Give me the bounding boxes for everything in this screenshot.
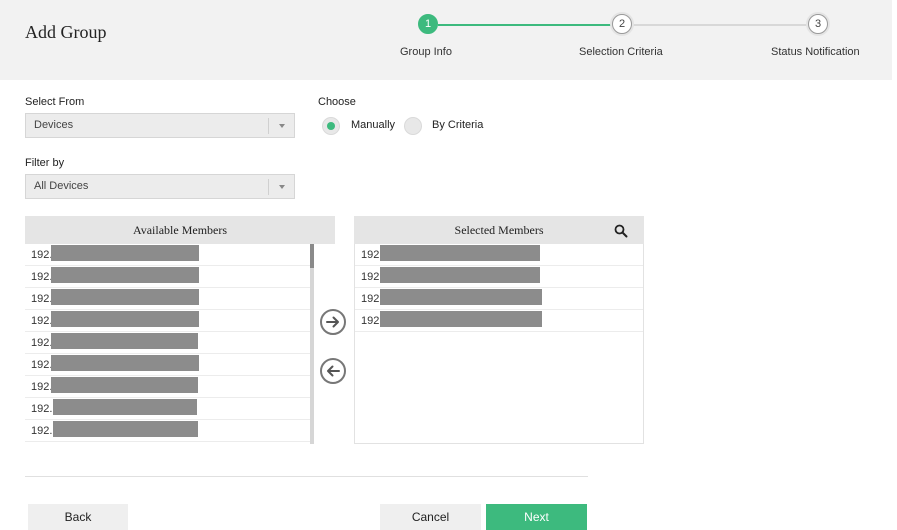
select-from-label: Select From bbox=[25, 96, 85, 108]
redacted-block bbox=[51, 377, 198, 393]
member-ip: 192. bbox=[31, 315, 53, 327]
chevron-down-icon bbox=[279, 124, 285, 128]
filter-by-value: All Devices bbox=[34, 180, 89, 192]
dropdown-separator bbox=[268, 179, 269, 195]
step-1-indicator[interactable]: 1 bbox=[418, 14, 438, 34]
redacted-block bbox=[380, 289, 542, 305]
selected-members-header: Selected Members bbox=[354, 216, 644, 244]
redacted-block bbox=[380, 245, 540, 261]
selected-members-list[interactable]: 192. 192. 192. 192. bbox=[355, 244, 643, 442]
filter-by-dropdown[interactable]: All Devices bbox=[25, 174, 295, 199]
redacted-block bbox=[51, 289, 199, 305]
search-icon[interactable] bbox=[614, 224, 628, 238]
radio-manually[interactable] bbox=[322, 117, 340, 135]
wizard-header: Add Group 1 2 3 Group Info Selection Cri… bbox=[0, 0, 892, 80]
scrollbar-thumb[interactable] bbox=[310, 244, 314, 268]
cancel-button[interactable]: Cancel bbox=[380, 504, 481, 530]
list-item[interactable]: 192. bbox=[355, 266, 643, 288]
choose-label: Choose bbox=[318, 96, 356, 108]
list-item[interactable]: 192. bbox=[355, 244, 643, 266]
available-members-header: Available Members bbox=[25, 216, 335, 244]
list-item[interactable]: 192. bbox=[25, 288, 310, 310]
back-button[interactable]: Back bbox=[28, 504, 128, 530]
step-1-label: Group Info bbox=[400, 46, 452, 58]
move-right-button[interactable] bbox=[320, 309, 346, 335]
step-2-indicator[interactable]: 2 bbox=[612, 14, 632, 34]
progress-line-pending bbox=[632, 24, 808, 26]
list-item[interactable]: 192. bbox=[25, 266, 310, 288]
select-from-dropdown[interactable]: Devices bbox=[25, 113, 295, 138]
member-ip: 192. bbox=[31, 359, 53, 371]
step-3-indicator[interactable]: 3 bbox=[808, 14, 828, 34]
progress-line-completed bbox=[438, 24, 612, 26]
radio-selected-dot bbox=[327, 122, 335, 130]
footer-divider bbox=[25, 476, 588, 477]
filter-by-label: Filter by bbox=[25, 157, 65, 169]
list-item[interactable]: 192. bbox=[25, 244, 310, 266]
list-item[interactable]: 192. bbox=[355, 310, 643, 332]
select-from-value: Devices bbox=[34, 119, 74, 131]
page-title: Add Group bbox=[25, 22, 107, 42]
redacted-block bbox=[380, 311, 542, 327]
list-item[interactable]: 192. bbox=[25, 354, 310, 376]
next-button[interactable]: Next bbox=[486, 504, 587, 530]
member-ip: 192. bbox=[31, 293, 53, 305]
available-members-list[interactable]: 192. 192. 192. 192. 192. 192. 192. 192. … bbox=[25, 244, 310, 444]
redacted-block bbox=[380, 267, 540, 283]
selected-members-panel: Selected Members 192. 192. 192. 192. bbox=[354, 216, 644, 444]
list-item[interactable]: 192. bbox=[25, 332, 310, 354]
step-2-label: Selection Criteria bbox=[579, 46, 663, 58]
redacted-block bbox=[53, 421, 198, 437]
radio-by-criteria-label[interactable]: By Criteria bbox=[432, 119, 483, 131]
chevron-down-icon bbox=[279, 185, 285, 189]
step-3-label: Status Notification bbox=[771, 46, 860, 58]
list-item[interactable]: 192. bbox=[25, 376, 310, 398]
available-members-panel: Available Members 192. 192. 192. 192. 19… bbox=[25, 216, 335, 444]
member-ip: 192. bbox=[31, 249, 53, 261]
list-item[interactable]: 192. bbox=[355, 288, 643, 310]
redacted-block bbox=[51, 245, 199, 261]
member-ip: 192. bbox=[31, 403, 53, 415]
list-item[interactable]: 192. bbox=[25, 420, 310, 442]
redacted-block bbox=[51, 267, 199, 283]
member-ip: 192. bbox=[31, 337, 53, 349]
list-item[interactable]: 192. bbox=[25, 398, 310, 420]
available-members-scrollbar[interactable] bbox=[310, 244, 314, 444]
dropdown-separator bbox=[268, 118, 269, 134]
member-ip: 192. bbox=[31, 425, 53, 437]
radio-by-criteria[interactable] bbox=[404, 117, 422, 135]
arrow-left-circle-icon bbox=[327, 365, 340, 377]
member-ip: 192. bbox=[31, 381, 53, 393]
redacted-block bbox=[51, 333, 198, 349]
member-ip: 192. bbox=[31, 271, 53, 283]
move-left-button[interactable] bbox=[320, 358, 346, 384]
radio-manually-label[interactable]: Manually bbox=[351, 119, 395, 131]
list-item[interactable]: 192. bbox=[25, 310, 310, 332]
redacted-block bbox=[51, 311, 199, 327]
redacted-block bbox=[51, 355, 199, 371]
redacted-block bbox=[53, 399, 197, 415]
arrow-right-circle-icon bbox=[326, 316, 339, 328]
